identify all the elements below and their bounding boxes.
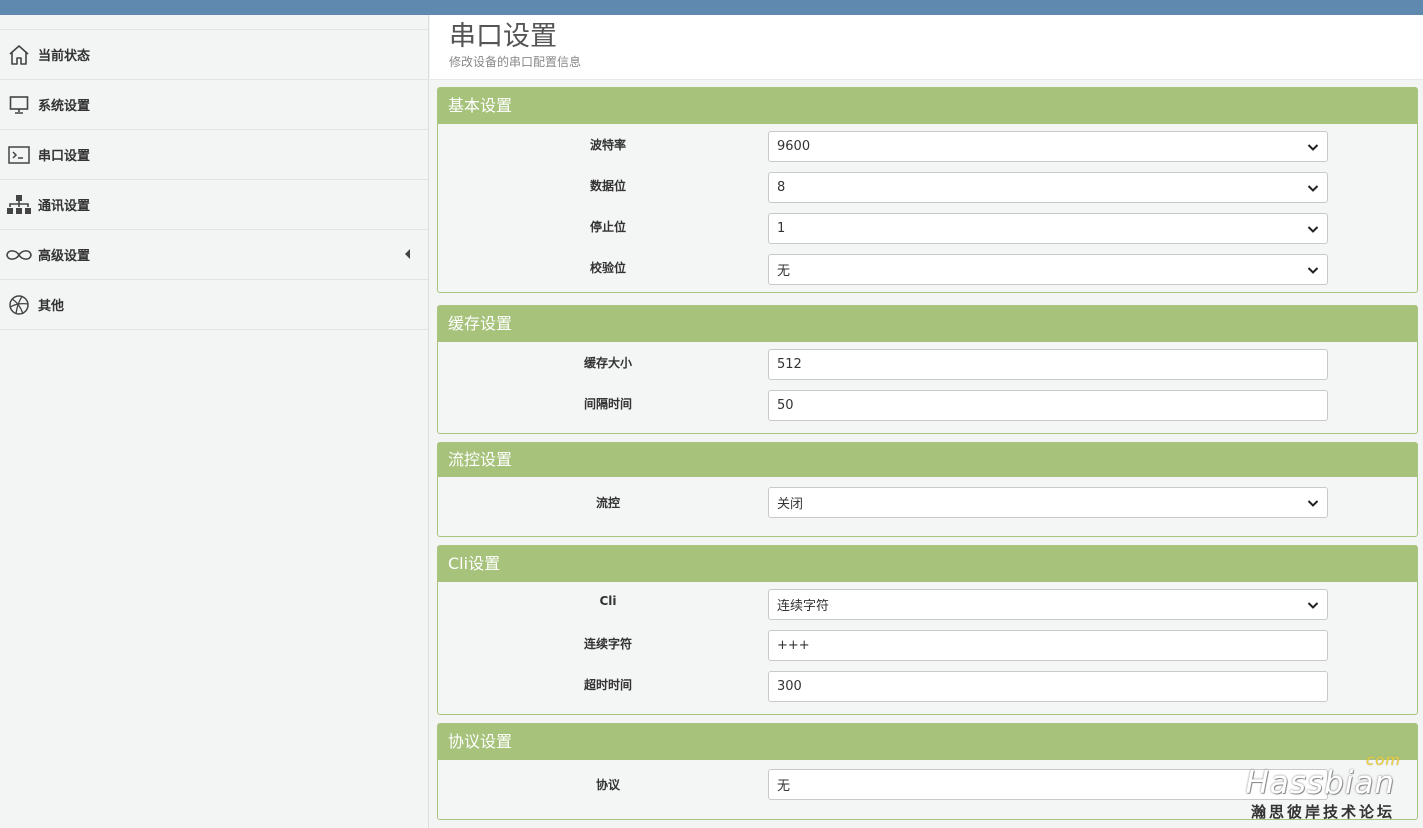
watermark-tld: com [1365, 751, 1401, 769]
field-label: 停止位 [589, 220, 626, 234]
sidebar-item-comm[interactable]: 通讯设置 [0, 180, 428, 230]
form-row: 超时时间 300 [438, 664, 1417, 714]
chevron-down-icon [1307, 142, 1319, 152]
monitor-icon [0, 94, 38, 116]
field-label: 缓存大小 [583, 356, 632, 370]
panel-title: 缓存设置 [438, 306, 1417, 342]
sidebar-item-system[interactable]: 系统设置 [0, 80, 428, 130]
form-row: 校验位 无 [438, 247, 1417, 292]
form-row: 连续字符 +++ [438, 623, 1417, 664]
sidebar-item-label: 高级设置 [38, 249, 91, 264]
form-row: Cli 连续字符 [438, 582, 1417, 623]
chevron-down-icon [1307, 183, 1319, 193]
timeout-input[interactable]: 300 [768, 671, 1328, 702]
top-bar [0, 0, 1423, 15]
page-title: 串口设置 [449, 21, 557, 52]
parity-select[interactable]: 无 [768, 254, 1328, 285]
field-label: 数据位 [589, 179, 626, 193]
input-value: 50 [777, 398, 794, 413]
flow-control-select[interactable]: 关闭 [768, 487, 1328, 518]
panel-basic: 基本设置 波特率 9600 数据位 8 停止位 1 校验位 无 [437, 87, 1418, 293]
form-row: 缓存大小 512 [438, 342, 1417, 383]
baud-rate-select[interactable]: 9600 [768, 131, 1328, 162]
main-content: 串口设置 修改设备的串口配置信息 基本设置 波特率 9600 数据位 8 停止位… [430, 15, 1423, 828]
select-value: 连续字符 [777, 599, 830, 614]
form-row: 波特率 9600 [438, 124, 1417, 165]
chevron-down-icon [1307, 265, 1319, 275]
watermark-tagline: 瀚思彼岸技术论坛 [1250, 803, 1395, 821]
home-icon [0, 43, 38, 67]
select-value: 关闭 [777, 497, 804, 512]
input-value: +++ [777, 638, 810, 653]
page-header: 串口设置 修改设备的串口配置信息 [430, 15, 1423, 80]
cli-select[interactable]: 连续字符 [768, 589, 1328, 620]
interval-input[interactable]: 50 [768, 390, 1328, 421]
input-value: 512 [777, 357, 802, 372]
chevron-down-icon [1307, 498, 1319, 508]
chevron-down-icon [1307, 600, 1319, 610]
buffer-size-input[interactable]: 512 [768, 349, 1328, 380]
field-label: 连续字符 [583, 637, 632, 651]
field-label: 协议 [595, 778, 620, 792]
basketball-icon [0, 294, 38, 316]
sitemap-icon [0, 194, 38, 216]
stop-bits-select[interactable]: 1 [768, 213, 1328, 244]
panel-flow: 流控设置 流控 关闭 [437, 442, 1418, 537]
infinity-icon [0, 246, 38, 264]
caret-left-icon[interactable] [405, 249, 410, 259]
page-subtitle: 修改设备的串口配置信息 [449, 55, 582, 69]
field-label: 间隔时间 [583, 397, 632, 411]
sidebar-item-label: 串口设置 [38, 149, 91, 164]
form-row: 停止位 1 [438, 206, 1417, 247]
input-value: 300 [777, 679, 802, 694]
data-bits-select[interactable]: 8 [768, 172, 1328, 203]
form-row: 间隔时间 50 [438, 383, 1417, 433]
sidebar-item-label: 通讯设置 [38, 199, 91, 214]
select-value: 8 [777, 180, 786, 195]
sidebar-item-other[interactable]: 其他 [0, 280, 428, 330]
select-value: 无 [777, 264, 791, 279]
field-label: 超时时间 [583, 678, 632, 692]
continuous-chars-input[interactable]: +++ [768, 630, 1328, 661]
select-value: 9600 [777, 139, 811, 154]
sidebar: 当前状态 系统设置 串口设置 通讯设置 高级设置 其他 [0, 15, 429, 828]
sidebar-item-advanced[interactable]: 高级设置 [0, 230, 428, 280]
field-label: 波特率 [589, 138, 626, 152]
panel-title: Cli设置 [438, 546, 1417, 582]
panel-title: 流控设置 [438, 443, 1417, 477]
field-label: 流控 [595, 496, 620, 510]
panel-title: 协议设置 [438, 724, 1417, 760]
form-row: 数据位 8 [438, 165, 1417, 206]
sidebar-item-status[interactable]: 当前状态 [0, 30, 428, 80]
panel-buffer: 缓存设置 缓存大小 512 间隔时间 50 [437, 305, 1418, 434]
form-row: 流控 关闭 [438, 477, 1417, 536]
sidebar-spacer [0, 15, 428, 30]
sidebar-item-label: 其他 [38, 299, 65, 314]
field-label: Cli [599, 594, 617, 608]
sidebar-item-label: 当前状态 [38, 49, 91, 64]
protocol-select[interactable]: 无 [768, 769, 1328, 800]
terminal-icon [0, 144, 38, 166]
field-label: 校验位 [589, 261, 626, 275]
panel-cli: Cli设置 Cli 连续字符 连续字符 +++ 超时时间 300 [437, 545, 1418, 715]
watermark: Hassbian com 瀚思彼岸技术论坛 [1245, 751, 1400, 822]
select-value: 1 [777, 221, 786, 236]
sidebar-item-label: 系统设置 [38, 99, 91, 114]
sidebar-item-serial[interactable]: 串口设置 [0, 130, 428, 180]
panel-title: 基本设置 [438, 88, 1417, 124]
watermark-brand: Hassbian com [1245, 751, 1400, 801]
select-value: 无 [777, 779, 791, 794]
chevron-down-icon [1307, 224, 1319, 234]
watermark-brand-text: Hassbian [1245, 765, 1395, 801]
